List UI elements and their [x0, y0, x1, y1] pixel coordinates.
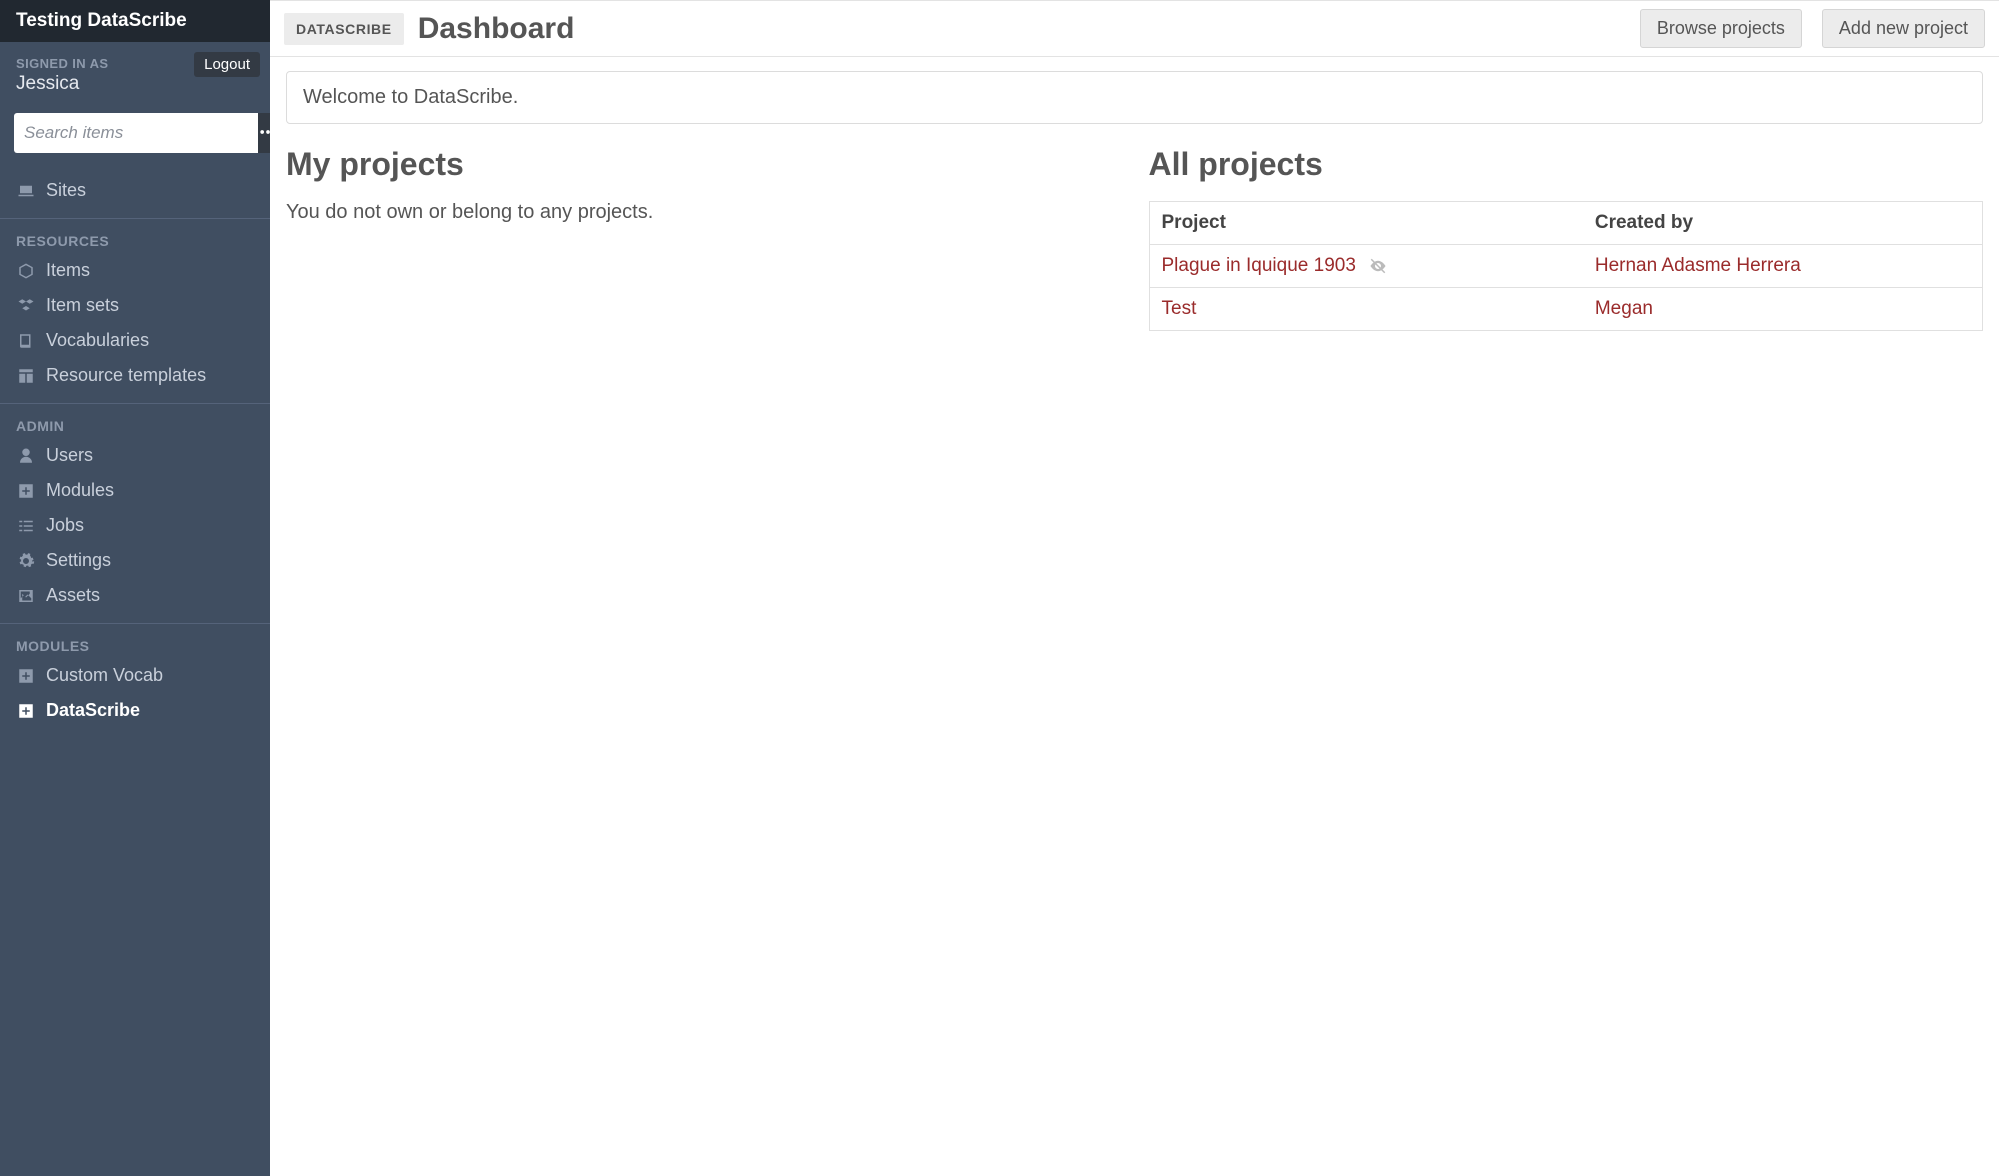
nav-item-label: Items [46, 260, 90, 281]
project-row: Plague in Iquique 1903 Hernan Adasme Her… [1149, 245, 1983, 288]
template-icon [16, 367, 36, 385]
col-project: Project [1149, 202, 1583, 245]
all-projects-heading: All projects [1149, 146, 1984, 183]
project-link[interactable]: Plague in Iquique 1903 [1162, 255, 1356, 276]
nav-item-label: Modules [46, 480, 114, 501]
all-projects-section: All projects Project Created by Plague i… [1149, 146, 1984, 331]
content: Welcome to DataScribe. My projects You d… [270, 57, 1999, 345]
cogs-icon [16, 552, 36, 570]
all-projects-table: Project Created by Plague in Iquique 190… [1149, 201, 1984, 331]
cubes-icon [16, 297, 36, 315]
nav-item-label: Settings [46, 550, 111, 571]
nav-heading-modules: Modules [0, 630, 270, 658]
nav-vocabularies[interactable]: Vocabularies [0, 323, 270, 358]
user-icon [16, 447, 36, 465]
laptop-icon [16, 182, 36, 200]
sidebar: Testing DataScribe Signed in as Jessica … [0, 0, 270, 1176]
nav-item-label: Vocabularies [46, 330, 149, 351]
plus-square-icon [16, 702, 36, 720]
plus-square-icon [16, 482, 36, 500]
nav-item-label: Resource templates [46, 365, 206, 386]
nav-item-label: Custom Vocab [46, 665, 163, 686]
creator-link[interactable]: Hernan Adasme Herrera [1595, 255, 1801, 276]
nav-datascribe[interactable]: DataScribe [0, 693, 270, 728]
page-title: Dashboard [418, 12, 575, 46]
nav-item-label: Users [46, 445, 93, 466]
welcome-message: Welcome to DataScribe. [286, 71, 1983, 124]
nav-group-admin: Admin Users Modules Jobs Settings Assets [0, 403, 270, 619]
nav-heading-resources: Resources [0, 225, 270, 253]
nav-sites[interactable]: Sites [0, 173, 270, 208]
nav-settings[interactable]: Settings [0, 543, 270, 578]
my-projects-section: My projects You do not own or belong to … [286, 146, 1121, 331]
project-link[interactable]: Test [1162, 298, 1197, 319]
nav-group-modules: Modules Custom Vocab DataScribe [0, 623, 270, 734]
browse-projects-button[interactable]: Browse projects [1640, 9, 1802, 48]
nav-item-label: Item sets [46, 295, 119, 316]
user-block: Signed in as Jessica Logout [0, 42, 270, 103]
site-title[interactable]: Testing DataScribe [0, 0, 270, 42]
nav-assets[interactable]: Assets [0, 578, 270, 613]
logout-button[interactable]: Logout [194, 52, 260, 77]
nav-resource-templates[interactable]: Resource templates [0, 358, 270, 393]
col-created-by: Created by [1583, 202, 1983, 245]
search-input[interactable] [14, 113, 258, 153]
tasks-icon [16, 517, 36, 535]
nav-custom-vocab[interactable]: Custom Vocab [0, 658, 270, 693]
my-projects-empty: You do not own or belong to any projects… [286, 201, 1121, 224]
book-icon [16, 332, 36, 350]
nav-heading-admin: Admin [0, 410, 270, 438]
hidden-icon [1369, 257, 1387, 275]
my-projects-heading: My projects [286, 146, 1121, 183]
nav-items[interactable]: Items [0, 253, 270, 288]
nav-group-resources: Resources Items Item sets Vocabularies R… [0, 218, 270, 399]
image-icon [16, 587, 36, 605]
add-new-project-button[interactable]: Add new project [1822, 9, 1985, 48]
nav-item-label: Jobs [46, 515, 84, 536]
creator-link[interactable]: Megan [1595, 298, 1653, 319]
plus-square-icon [16, 667, 36, 685]
nav-item-label: Assets [46, 585, 100, 606]
nav-sites-label: Sites [46, 180, 86, 201]
project-row: Test Megan [1149, 288, 1983, 331]
search-row [0, 103, 270, 167]
nav-users[interactable]: Users [0, 438, 270, 473]
nav-group-top: Sites [0, 167, 270, 214]
nav-item-label: DataScribe [46, 700, 140, 721]
breadcrumb[interactable]: DataScribe [284, 13, 404, 45]
nav-jobs[interactable]: Jobs [0, 508, 270, 543]
nav-item-sets[interactable]: Item sets [0, 288, 270, 323]
nav-modules[interactable]: Modules [0, 473, 270, 508]
topbar: DataScribe Dashboard Browse projects Add… [270, 1, 1999, 57]
cube-icon [16, 262, 36, 280]
main-content: DataScribe Dashboard Browse projects Add… [270, 0, 1999, 1176]
